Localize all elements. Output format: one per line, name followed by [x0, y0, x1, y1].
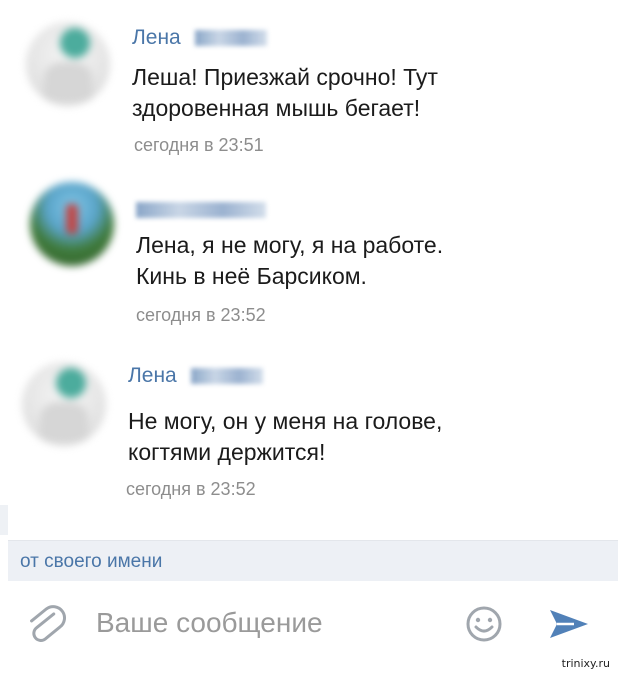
divider — [0, 505, 8, 535]
message-text: Лена, я не могу, я на работе. Кинь в неё… — [136, 232, 444, 289]
author-first-name[interactable]: Лена — [132, 26, 181, 49]
send-as-label[interactable]: от своего имени — [20, 551, 162, 573]
emoji-icon[interactable] — [464, 604, 504, 649]
message-item: Лена Леша! Приезжай срочно! Тут здоровен… — [0, 0, 620, 170]
watermark: trinixy.ru — [561, 657, 610, 670]
avatar[interactable] — [22, 362, 106, 446]
author-first-name[interactable]: Лена — [128, 364, 177, 387]
blurred-author-name — [136, 202, 266, 219]
message-time: сегодня в 23:51 — [134, 135, 264, 155]
avatar[interactable] — [30, 182, 114, 266]
send-icon[interactable] — [548, 604, 590, 649]
message-text: Леша! Приезжай срочно! Тут здоровенная м… — [132, 64, 438, 121]
message-time: сегодня в 23:52 — [136, 305, 266, 325]
blurred-surname — [190, 368, 263, 385]
message-input[interactable]: Ваше сообщение — [96, 607, 323, 639]
message-author[interactable] — [136, 198, 266, 222]
message-time: сегодня в 23:52 — [126, 479, 256, 499]
attach-icon[interactable] — [26, 604, 66, 653]
avatar[interactable] — [26, 22, 110, 106]
message-text: Не могу, он у меня на голове, когтями де… — [128, 408, 443, 465]
message-author[interactable]: Лена — [128, 364, 263, 388]
message-author[interactable]: Лена — [132, 26, 267, 50]
send-as-bar[interactable]: от своего имени — [8, 540, 618, 581]
message-item: Лена Не могу, он у меня на голове, когтя… — [0, 340, 620, 510]
blurred-surname — [194, 30, 267, 47]
message-composer: Ваше сообщение trinixy.ru — [0, 582, 620, 676]
message-item: Лена, я не могу, я на работе. Кинь в неё… — [0, 170, 620, 340]
